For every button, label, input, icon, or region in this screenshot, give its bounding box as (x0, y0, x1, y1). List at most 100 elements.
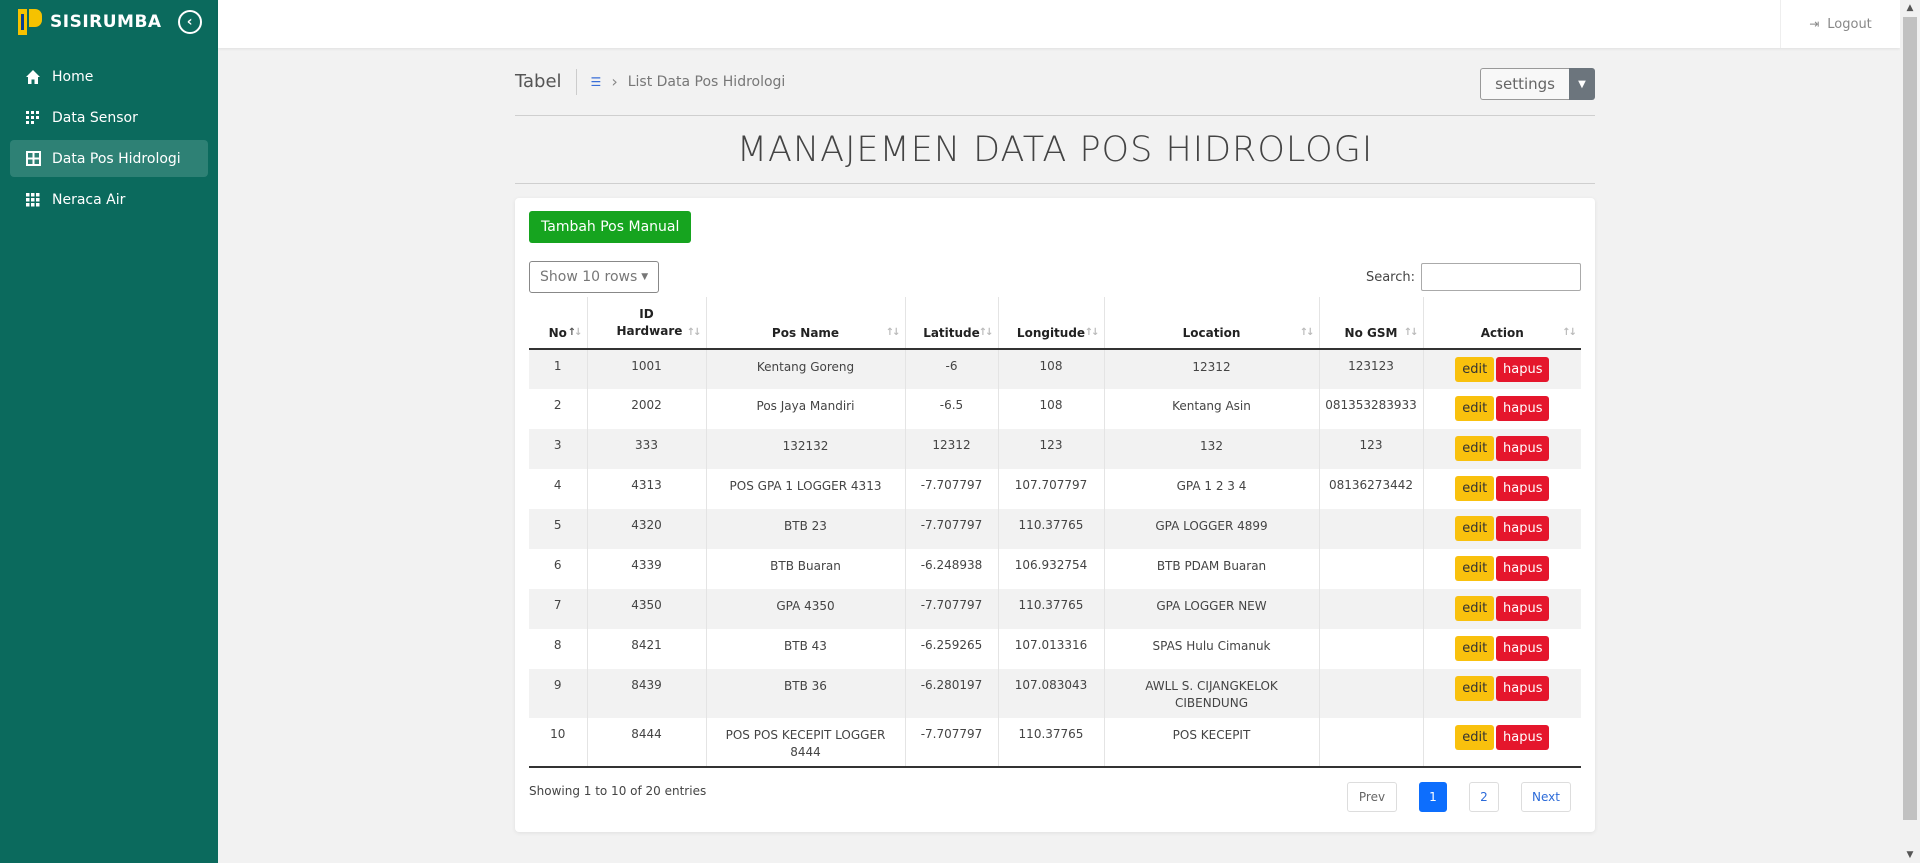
settings-button[interactable]: settings (1480, 68, 1569, 100)
scroll-up-icon[interactable]: ▲ (1900, 0, 1920, 16)
cell-longitude: 108 (997, 349, 1104, 389)
sort-icon[interactable]: ↑↓ (979, 327, 994, 338)
add-pos-button[interactable]: Tambah Pos Manual (529, 211, 692, 243)
table-row: 1 1001 Kentang Goreng -6 108 12312 123123 edit h… (529, 349, 1581, 389)
cell-no-gsm (1318, 589, 1423, 629)
show-rows-dropdown[interactable]: Show 10 rows ▼ (529, 261, 660, 293)
column-header-action[interactable]: Action ↑↓ (1422, 297, 1581, 350)
sidebar-item-home[interactable]: Home (10, 58, 208, 95)
edit-button[interactable]: edit (1455, 556, 1495, 581)
cell-action: edit hapus (1422, 718, 1581, 768)
sort-icon[interactable]: ↑↓ (886, 327, 901, 338)
table-row: 5 4320 BTB 23 -7.707797 110.37765 GPA LOGGER … (529, 509, 1581, 549)
edit-button[interactable]: edit (1455, 436, 1495, 461)
list-icon[interactable]: ☰ (591, 75, 602, 89)
cell-no: 10 (529, 718, 587, 768)
cell-id-hardware: 333 (586, 429, 706, 469)
column-header-no[interactable]: No ↑↓ (529, 297, 587, 350)
cell-longitude: 107.013316 (997, 629, 1104, 669)
scroll-down-icon[interactable]: ▼ (1900, 847, 1920, 863)
edit-button[interactable]: edit (1455, 516, 1495, 541)
page-1-button[interactable]: 1 (1419, 782, 1447, 812)
column-header-no-gsm[interactable]: No GSM ↑↓ (1318, 297, 1423, 350)
edit-button[interactable]: edit (1455, 596, 1495, 621)
sort-icon[interactable]: ↑↓ (1300, 327, 1315, 338)
vertical-scrollbar[interactable]: ▲ ▼ (1900, 0, 1920, 863)
delete-button[interactable]: hapus (1496, 596, 1550, 621)
cell-location: GPA LOGGER 4899 (1103, 509, 1319, 549)
cell-location: BTB PDAM Buaran (1103, 549, 1319, 589)
cell-longitude: 108 (997, 389, 1104, 429)
delete-button[interactable]: hapus (1496, 357, 1550, 382)
delete-button[interactable]: hapus (1496, 676, 1550, 701)
sidebar-item-label: Neraca Air (52, 191, 126, 208)
sort-icon[interactable]: ↑↓ (687, 327, 702, 338)
table-row: 8 8421 BTB 43 -6.259265 107.013316 SPAS Hulu … (529, 629, 1581, 669)
cell-location: POS KECEPIT (1103, 718, 1319, 768)
page-title: MANAJEMEN DATA POS HIDROLOGI (515, 116, 1595, 184)
page-2-button[interactable]: 2 (1469, 782, 1499, 812)
delete-button[interactable]: hapus (1496, 556, 1550, 581)
table-row: 10 8444 POS POS KECEPIT LOGGER 8444 -7.7077… (529, 718, 1581, 768)
column-header-location[interactable]: Location ↑↓ (1103, 297, 1319, 350)
logout-label: Logout (1827, 16, 1872, 32)
cell-pos-name: 132132 (705, 429, 905, 469)
cell-id-hardware: 4313 (586, 469, 706, 509)
cell-id-hardware: 4320 (586, 509, 706, 549)
prev-page-button[interactable]: Prev (1347, 782, 1397, 812)
delete-button[interactable]: hapus (1496, 436, 1550, 461)
cell-no: 5 (553, 518, 562, 532)
cell-no: 3 (553, 438, 562, 452)
settings-dropdown[interactable]: settings ▼ (1480, 68, 1595, 100)
edit-button[interactable]: edit (1455, 725, 1495, 750)
sidebar-item-data-pos-hidrologi[interactable]: Data Pos Hidrologi (10, 140, 208, 177)
sidebar-item-label: Home (52, 68, 94, 85)
table-row: 9 8439 BTB 36 -6.280197 107.083043 AWLL S. CI… (529, 669, 1581, 718)
delete-button[interactable]: hapus (1496, 516, 1550, 541)
collapse-sidebar-button[interactable]: ‹ (177, 10, 202, 34)
sort-asc-icon[interactable]: ↑↓ (568, 327, 583, 338)
sidebar-nav: Home Data Sensor Data Pos Hidrologi Nera… (0, 58, 218, 218)
column-header-latitude[interactable]: Latitude ↑↓ (904, 297, 998, 350)
sidebar-item-neraca-air[interactable]: Neraca Air (10, 181, 208, 218)
cell-no-gsm: 08136273442 (1318, 469, 1423, 509)
edit-button[interactable]: edit (1455, 396, 1495, 421)
edit-button[interactable]: edit (1455, 676, 1495, 701)
cell-location: 132 (1103, 429, 1319, 469)
chevron-right-icon: › (611, 72, 618, 91)
column-header-pos-name[interactable]: Pos Name ↑↓ (705, 297, 905, 350)
cell-no-gsm (1318, 669, 1423, 718)
sidebar-item-label: Data Sensor (52, 109, 138, 126)
cell-action: edit hapus (1422, 469, 1581, 509)
sort-icon[interactable]: ↑↓ (1085, 327, 1100, 338)
cell-latitude: -6.280197 (904, 669, 998, 718)
edit-button[interactable]: edit (1455, 476, 1495, 501)
logout-icon: ⇥ (1809, 17, 1820, 31)
scrollbar-thumb[interactable] (1903, 17, 1917, 820)
cell-location: SPAS Hulu Cimanuk (1103, 629, 1319, 669)
cell-action: edit hapus (1422, 669, 1581, 718)
table-icon (24, 150, 42, 168)
cell-latitude: -6.5 (904, 389, 998, 429)
column-header-longitude[interactable]: Longitude ↑↓ (997, 297, 1104, 350)
delete-button[interactable]: hapus (1496, 636, 1550, 661)
logout-button[interactable]: ⇥ Logout (1780, 0, 1900, 48)
next-page-button[interactable]: Next (1521, 782, 1571, 812)
chevron-left-icon: ‹ (186, 14, 193, 30)
caret-down-icon[interactable]: ▼ (1569, 68, 1595, 100)
edit-button[interactable]: edit (1455, 636, 1495, 661)
sort-icon[interactable]: ↑↓ (1404, 327, 1419, 338)
delete-button[interactable]: hapus (1496, 396, 1550, 421)
delete-button[interactable]: hapus (1496, 476, 1550, 501)
cell-longitude: 110.37765 (997, 718, 1104, 768)
table-header-row: No ↑↓ ID Hardware ↑↓ Pos Name ↑↓ Latitude ↑↓… (529, 297, 1581, 350)
sidebar-item-data-sensor[interactable]: Data Sensor (10, 99, 208, 136)
sort-icon[interactable]: ↑↓ (1562, 327, 1577, 338)
edit-button[interactable]: edit (1455, 357, 1495, 382)
cell-action: edit hapus (1422, 429, 1581, 469)
search-input[interactable] (1421, 263, 1581, 291)
delete-button[interactable]: hapus (1496, 725, 1550, 750)
column-header-id-hardware[interactable]: ID Hardware ↑↓ (586, 297, 706, 350)
cell-no-gsm (1318, 509, 1423, 549)
cell-pos-name: POS GPA 1 LOGGER 4313 (705, 469, 905, 509)
